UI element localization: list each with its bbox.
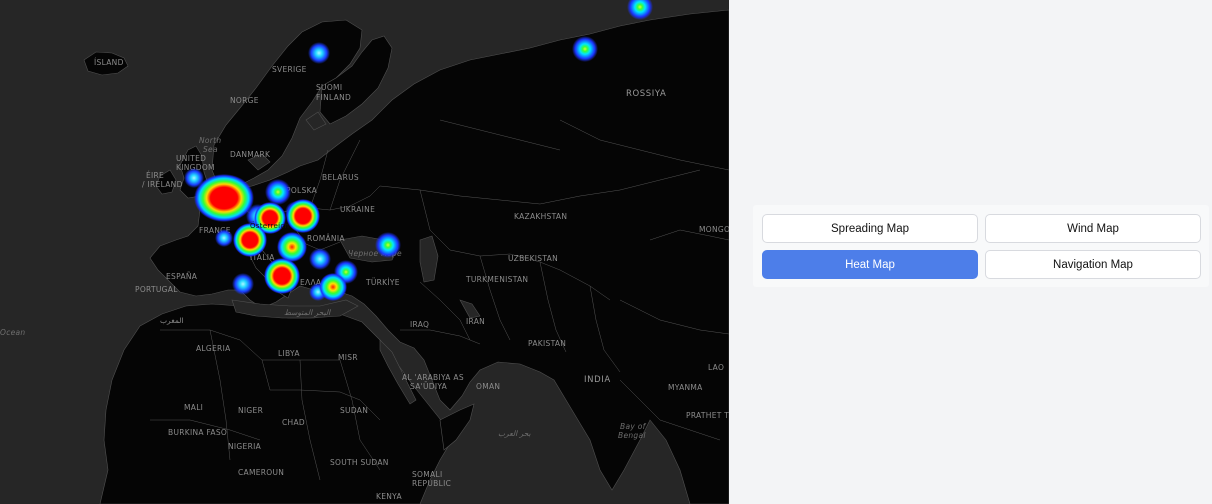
label-kazakhstan: KAZAKHSTAN [514, 212, 567, 221]
label-iraq: IRAQ [410, 320, 429, 329]
label-ireland: / IRELAND [142, 180, 183, 189]
label-norge: NORGE [230, 96, 259, 105]
label-country-overlay: Österreich [250, 221, 289, 230]
label-pakistan: PAKISTAN [528, 339, 566, 348]
label-united: UNITED [176, 154, 206, 163]
hotspot[interactable] [215, 229, 233, 247]
label-rossiya: ROSSIYA [626, 89, 666, 99]
map-mode-panel: Spreading Map Wind Map Heat Map Navigati… [753, 205, 1209, 287]
hotspot[interactable] [194, 174, 254, 222]
label-mali: MALI [184, 403, 203, 412]
label-ocean: Ocean [0, 328, 26, 337]
label-espana: ESPAÑA [166, 272, 198, 281]
label-iran: IRAN [466, 317, 485, 326]
hotspot[interactable] [319, 273, 347, 301]
label-oman: OMAN [476, 382, 500, 391]
label-sudan: SUDAN [340, 406, 368, 415]
label-south-sudan: SOUTH SUDAN [330, 458, 389, 467]
label-island: ÍSLAND [94, 58, 124, 67]
label-suomi: SUOMI [316, 83, 342, 92]
map-canvas[interactable]: ÍSLAND SVERIGE SUOMI FINLAND NORGE ROSSI… [0, 0, 729, 504]
spreading-map-button[interactable]: Spreading Map [762, 214, 978, 243]
label-algeria: ALGERIA [196, 344, 231, 353]
label-uzbekistan: UZBEKISTAN [508, 254, 558, 263]
label-nigeria: NIGERIA [228, 442, 262, 451]
navigation-map-button[interactable]: Navigation Map [985, 250, 1201, 279]
hotspot[interactable] [375, 232, 401, 258]
hotspot[interactable] [277, 232, 307, 262]
label-myanma: MYANMA [668, 383, 703, 392]
heat-map-view[interactable]: ÍSLAND SVERIGE SUOMI FINLAND NORGE ROSSI… [0, 0, 729, 504]
hotspot[interactable] [232, 273, 254, 295]
label-libya: LIBYA [278, 349, 300, 358]
hotspot[interactable] [308, 42, 330, 64]
app-root: ÍSLAND SVERIGE SUOMI FINLAND NORGE ROSSI… [0, 0, 1212, 504]
label-republic: REPUBLIC [412, 479, 451, 488]
wind-map-button[interactable]: Wind Map [985, 214, 1201, 243]
hotspot[interactable] [264, 258, 300, 294]
label-finland: FINLAND [316, 93, 351, 102]
hotspot[interactable] [572, 36, 598, 62]
label-ukraine: UKRAINE [340, 205, 375, 214]
label-mongolia: MONGOL [699, 225, 729, 234]
label-turkmenistan: TURKMENISTAN [465, 275, 528, 284]
label-saudiya: SA'ŪDIYA [410, 382, 448, 391]
heat-map-button[interactable]: Heat Map [762, 250, 978, 279]
label-al-arabiya: AL 'ARABIYA AS [402, 373, 464, 382]
label-thai: PRATHET TH [686, 411, 729, 420]
label-turkiye: TÜRKİYE [365, 278, 400, 287]
label-kenya: KENYA [376, 492, 402, 501]
label-burkina: BURKINA FASO [168, 428, 227, 437]
label-cameroun: CAMEROUN [238, 468, 284, 477]
label-lao: LAO [708, 363, 724, 372]
label-mediterranean: البحر المتوسط [284, 308, 331, 317]
hotspot[interactable] [265, 179, 291, 205]
hotspot[interactable] [286, 199, 320, 233]
label-north: North [199, 136, 221, 145]
label-bengal: Bengal [618, 431, 646, 440]
label-sea: Sea [203, 145, 218, 154]
label-portugal: PORTUGAL [135, 285, 178, 294]
label-chad: CHAD [282, 418, 305, 427]
label-eire: ÉIRE [146, 171, 164, 180]
label-sverige: SVERIGE [272, 65, 307, 74]
label-belarus: BELARUS [322, 173, 359, 182]
label-romania: ROMÂNIA [307, 234, 345, 243]
label-bay: Bay of [620, 422, 647, 431]
label-misr: MISR [338, 353, 358, 362]
label-arab-sea: بحر العرب [498, 429, 531, 438]
label-india: INDIA [584, 375, 611, 385]
label-niger: NIGER [238, 406, 263, 415]
label-somali: SOMALI [412, 470, 442, 479]
label-danmark: DANMARK [230, 150, 271, 159]
hotspot[interactable] [309, 248, 331, 270]
label-maghrib: المغرب [160, 316, 184, 325]
control-sidebar: Spreading Map Wind Map Heat Map Navigati… [729, 0, 1212, 504]
